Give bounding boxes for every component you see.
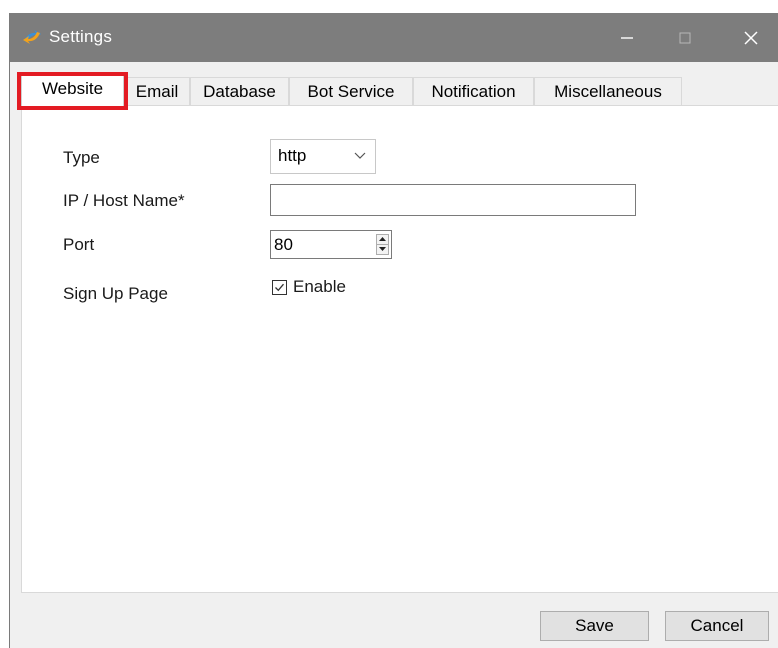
port-label: Port [63,235,95,254]
port-value: 80 [274,235,293,254]
close-button[interactable] [728,13,774,62]
host-name-input[interactable] [270,184,636,216]
arrow-up-icon [379,237,386,241]
tab-bot-service[interactable]: Bot Service [289,77,413,105]
signup-enable-label: Enable [293,277,346,296]
cancel-button[interactable]: Cancel [665,611,769,641]
tab-miscellaneous[interactable]: Miscellaneous [534,77,682,105]
checkmark-icon [275,283,284,292]
host-label: IP / Host Name* [63,191,185,210]
tab-database[interactable]: Database [190,77,289,105]
tab-strip: Website Email Database Bot Service Notif… [10,62,778,107]
maximize-icon [679,32,691,44]
signup-label: Sign Up Page [63,284,168,303]
checkbox-box[interactable] [272,280,287,295]
close-icon [744,31,758,45]
tab-notification[interactable]: Notification [413,77,534,105]
tab-email[interactable]: Email [124,77,190,105]
website-tab-panel [21,105,778,593]
minimize-button[interactable] [604,13,650,62]
save-button[interactable]: Save [540,611,649,641]
port-increment-button[interactable] [377,235,388,245]
port-spin-buttons [376,234,389,255]
arrow-down-icon [379,247,386,251]
settings-app-icon [21,26,43,48]
port-decrement-button[interactable] [377,245,388,254]
window-title: Settings [49,27,113,46]
chevron-down-icon [354,152,366,159]
settings-window: Settings Website Email Database Bot Serv… [9,13,778,648]
tab-website[interactable]: Website [21,74,124,107]
port-stepper[interactable]: 80 [270,230,392,259]
type-label: Type [63,148,100,167]
type-select[interactable]: http [270,139,376,174]
minimize-icon [621,37,633,39]
type-select-value: http [278,146,307,165]
maximize-button[interactable] [662,13,708,62]
title-bar[interactable]: Settings [10,13,778,62]
